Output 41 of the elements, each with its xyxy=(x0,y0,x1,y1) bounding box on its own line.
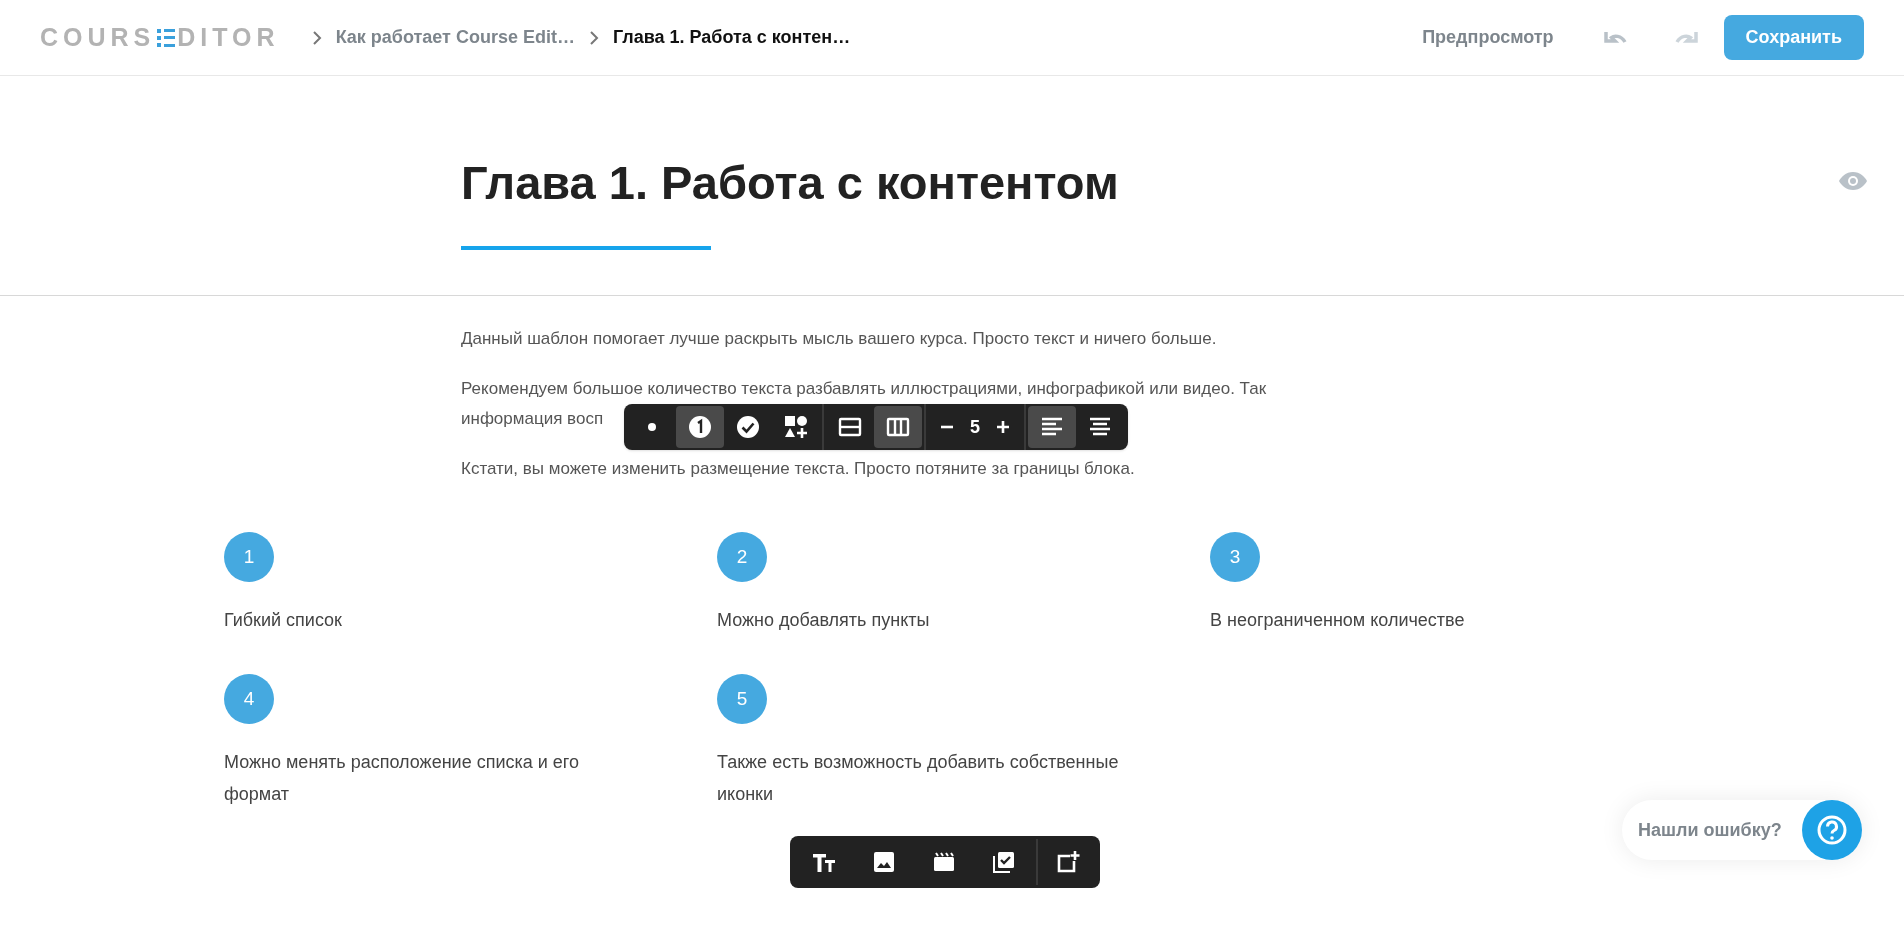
step-text: Можно добавлять пункты xyxy=(717,609,931,632)
paragraph-line: Кстати, вы можете изменить размещение текста. Просто потяните за границы блока. xyxy=(461,458,1135,480)
preview-button[interactable]: Предпросмотр xyxy=(1422,24,1554,51)
help-label[interactable]: Нашли ошибку? xyxy=(1638,816,1802,844)
step-number: 1 xyxy=(224,532,274,582)
plus-icon[interactable] xyxy=(996,420,1010,434)
add-block-icon xyxy=(1056,850,1080,874)
breadcrumb-link[interactable]: Как работает Course Edit… xyxy=(335,24,575,51)
logo-text[interactable]: COURS xyxy=(40,18,156,57)
step-number: 5 xyxy=(717,674,767,724)
image-icon xyxy=(872,850,896,874)
item-count: 5 xyxy=(970,415,980,439)
chevron-icon xyxy=(311,30,322,45)
step-number: 4 xyxy=(224,674,274,724)
paragraph-line: Данный шаблон помогает лучше раскрыть мысль вашего курса. Просто текст и ничего больше. xyxy=(461,328,1217,350)
numbered-circle-button[interactable] xyxy=(676,406,724,448)
align-left-button[interactable] xyxy=(1028,406,1076,448)
breadcrumb-link[interactable]: Глава 1. Работа с контен… xyxy=(612,24,851,51)
logo-text[interactable]: DITOR xyxy=(177,18,280,57)
step-text: В неограниченном количестве xyxy=(1210,609,1466,632)
paragraph-line: Рекомендуем большое количество текста разбавлять иллюстрациями, инфографикой или видео. Так xyxy=(461,378,1267,400)
paragraph-line: информация восп xyxy=(461,408,604,430)
rows-layout-icon xyxy=(838,415,862,439)
help-bubble[interactable]: Нашли ошибку? xyxy=(1622,800,1862,860)
numbered-circle-icon xyxy=(688,415,712,439)
logo-list-icon xyxy=(157,28,176,47)
shapes-icon xyxy=(784,415,808,439)
chevron-icon xyxy=(588,30,599,45)
save-button[interactable]: Сохранить xyxy=(1723,15,1864,60)
chapter-title: Глава 1. Работа с контентом xyxy=(461,155,1119,211)
check-circle-icon xyxy=(736,415,760,439)
step-text: Также есть возможность добавить собственные иконки xyxy=(717,751,1120,806)
step-number: 3 xyxy=(1210,532,1260,582)
help-icon[interactable] xyxy=(1802,800,1862,860)
step-number: 2 xyxy=(717,532,767,582)
columns-layout-button[interactable] xyxy=(874,406,922,448)
gallery-check-icon xyxy=(992,850,1016,874)
clapperboard-icon xyxy=(932,850,956,874)
step-text: Можно менять расположение списка и его формат xyxy=(224,751,580,806)
columns-layout-icon xyxy=(886,415,910,439)
step-text: Гибкий список xyxy=(224,609,343,632)
